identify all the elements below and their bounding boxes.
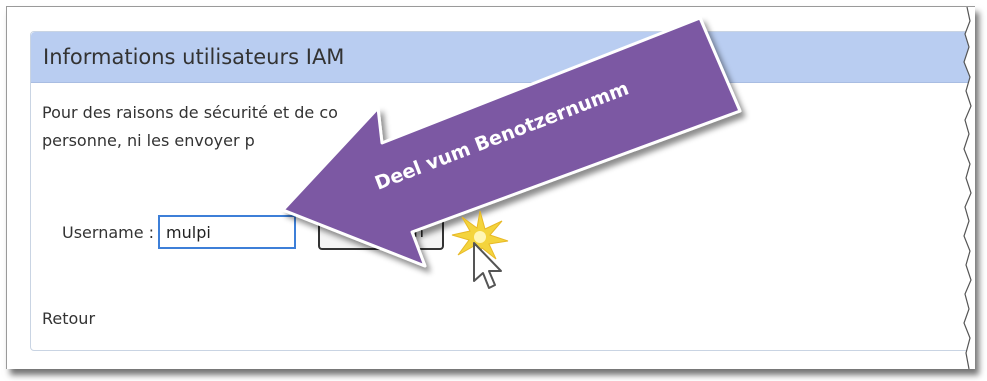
username-form: Username : Search — [62, 214, 445, 250]
notice-line-1-end: s prions de ne pas imprim — [480, 103, 689, 122]
screenshot-frame: Informations utilisateurs IAM Pour des r… — [6, 6, 975, 369]
username-label: Username : — [62, 222, 155, 242]
notice-line-1: Pour des raisons de sécurité et de co s … — [42, 99, 688, 127]
security-notice: Pour des raisons de sécurité et de co s … — [42, 99, 688, 155]
notice-line-1-start: Pour des raisons de sécurité et de co — [42, 103, 338, 122]
user-info-panel: Informations utilisateurs IAM — [30, 31, 975, 351]
search-button[interactable]: Search — [318, 214, 445, 250]
username-input[interactable] — [158, 215, 297, 249]
panel-title: Informations utilisateurs IAM — [31, 32, 975, 83]
torn-edge — [963, 7, 975, 369]
back-link[interactable]: Retour — [42, 309, 95, 328]
notice-line-2: personne, ni les envoyer p — [42, 131, 255, 150]
